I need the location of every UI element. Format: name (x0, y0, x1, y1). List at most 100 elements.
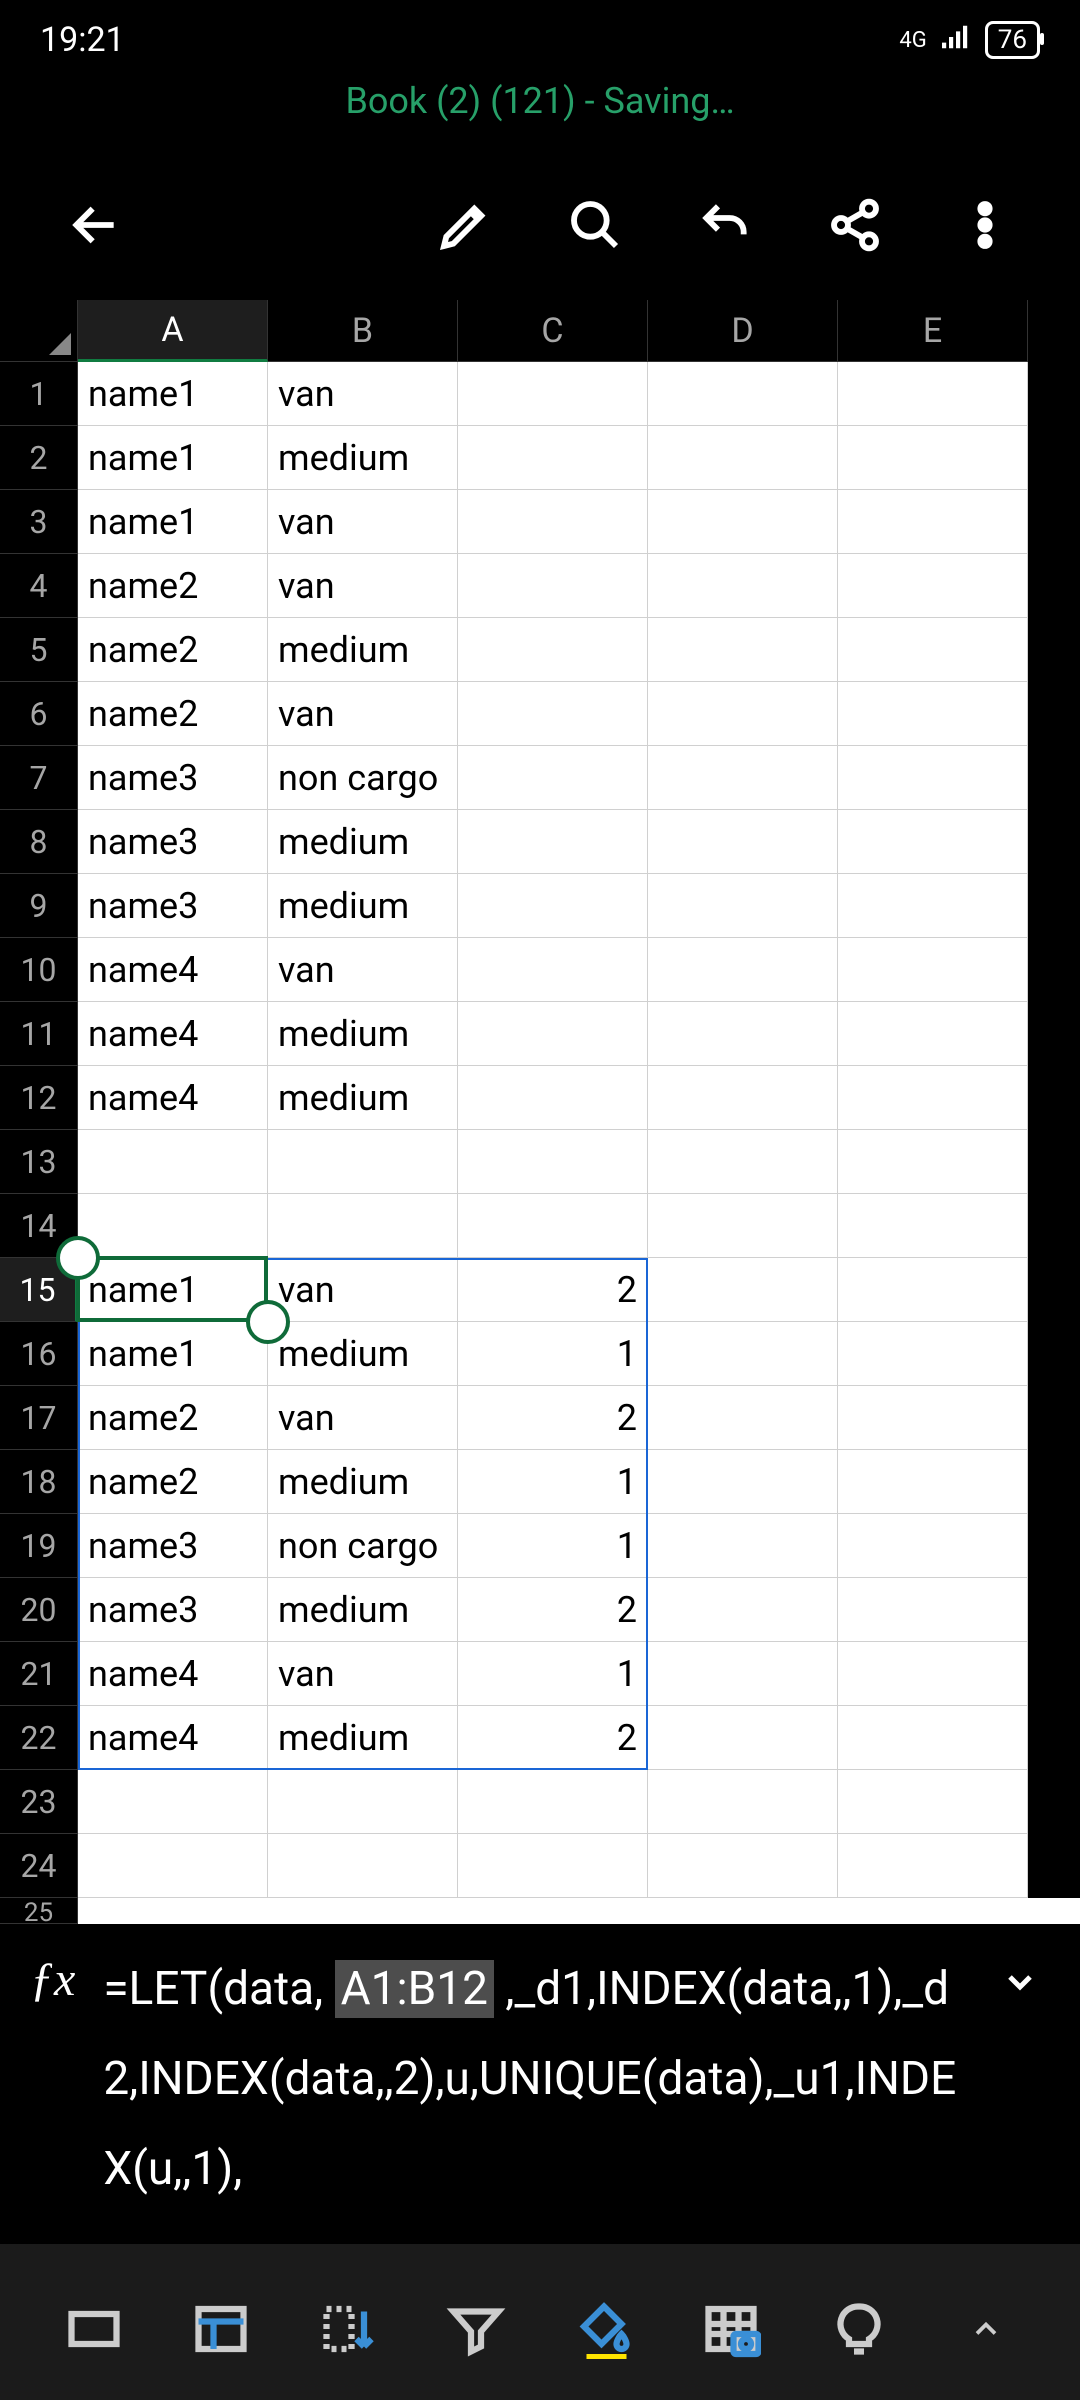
back-button[interactable] (40, 170, 150, 280)
row-header[interactable]: 3 (0, 490, 78, 554)
cell[interactable]: 1 (458, 1322, 648, 1386)
cell[interactable] (838, 1834, 1028, 1898)
cell[interactable]: van (268, 682, 458, 746)
cell[interactable] (648, 1002, 838, 1066)
cell[interactable] (648, 1258, 838, 1322)
cell[interactable]: name1 (78, 1258, 268, 1322)
cell[interactable] (838, 1194, 1028, 1258)
col-header-C[interactable]: C (458, 300, 648, 362)
cell[interactable]: name3 (78, 746, 268, 810)
cell[interactable] (648, 362, 838, 426)
cell[interactable] (648, 426, 838, 490)
cell[interactable]: medium (268, 1322, 458, 1386)
col-header-E[interactable]: E (838, 300, 1028, 362)
cell[interactable] (648, 1514, 838, 1578)
cell[interactable]: medium (268, 426, 458, 490)
cell[interactable] (458, 618, 648, 682)
cell[interactable]: name2 (78, 682, 268, 746)
row-header[interactable]: 25 (0, 1898, 78, 1924)
filter-button[interactable] (431, 2284, 521, 2374)
column-headers[interactable]: ABCDE (0, 300, 1080, 362)
cell[interactable]: medium (268, 874, 458, 938)
cell[interactable] (648, 1642, 838, 1706)
more-button[interactable] (930, 170, 1040, 280)
cell[interactable]: name4 (78, 1066, 268, 1130)
cell[interactable]: medium (268, 1706, 458, 1770)
cell[interactable] (458, 682, 648, 746)
cell[interactable]: medium (268, 810, 458, 874)
cell[interactable]: 2 (458, 1386, 648, 1450)
cell[interactable] (838, 874, 1028, 938)
row-header[interactable]: 4 (0, 554, 78, 618)
cell[interactable]: name4 (78, 1002, 268, 1066)
cell[interactable] (838, 1514, 1028, 1578)
row-header[interactable]: 21 (0, 1642, 78, 1706)
cell[interactable]: medium (268, 1066, 458, 1130)
cell[interactable] (648, 1194, 838, 1258)
cell[interactable] (458, 746, 648, 810)
sort-button[interactable] (304, 2284, 394, 2374)
cell[interactable] (648, 1450, 838, 1514)
cell[interactable] (838, 1002, 1028, 1066)
cell[interactable] (838, 682, 1028, 746)
cell[interactable] (838, 1066, 1028, 1130)
cell[interactable] (838, 554, 1028, 618)
cell[interactable]: name1 (78, 362, 268, 426)
cell[interactable] (838, 490, 1028, 554)
cell[interactable] (648, 618, 838, 682)
card-view-button[interactable] (49, 2284, 139, 2374)
cell[interactable] (838, 1706, 1028, 1770)
cell[interactable]: name2 (78, 1386, 268, 1450)
cell[interactable] (648, 1834, 838, 1898)
row-header[interactable]: 10 (0, 938, 78, 1002)
spreadsheet[interactable]: ABCDE 1name1van2name1medium3name1van4nam… (0, 300, 1080, 1898)
camera-grid-button[interactable] (686, 2284, 776, 2374)
cell[interactable] (458, 1770, 648, 1834)
cell[interactable] (458, 426, 648, 490)
share-button[interactable] (800, 170, 910, 280)
cell[interactable] (648, 1578, 838, 1642)
cell[interactable] (458, 1834, 648, 1898)
cell[interactable]: van (268, 1642, 458, 1706)
cell[interactable]: van (268, 362, 458, 426)
cell[interactable] (458, 810, 648, 874)
cell[interactable] (838, 938, 1028, 1002)
cell[interactable] (648, 938, 838, 1002)
cell[interactable] (78, 1194, 268, 1258)
draw-button[interactable] (410, 170, 520, 280)
formula-expand-button[interactable] (990, 1944, 1050, 2002)
cell[interactable] (648, 1322, 838, 1386)
grid-rows[interactable]: 1name1van2name1medium3name1van4name2van5… (0, 362, 1080, 1898)
row-header[interactable]: 16 (0, 1322, 78, 1386)
cell[interactable] (458, 1194, 648, 1258)
cell[interactable]: 1 (458, 1642, 648, 1706)
cell[interactable] (268, 1770, 458, 1834)
col-header-A[interactable]: A (78, 300, 268, 362)
cell[interactable] (268, 1194, 458, 1258)
cell[interactable]: name2 (78, 1450, 268, 1514)
row-header[interactable]: 6 (0, 682, 78, 746)
cell[interactable] (458, 490, 648, 554)
cell[interactable]: name2 (78, 554, 268, 618)
layout-button[interactable] (176, 2284, 266, 2374)
row-header[interactable]: 19 (0, 1514, 78, 1578)
row-header[interactable]: 8 (0, 810, 78, 874)
cell[interactable] (268, 1834, 458, 1898)
cell[interactable] (838, 1578, 1028, 1642)
cell[interactable] (838, 746, 1028, 810)
cell[interactable] (838, 618, 1028, 682)
row-header[interactable]: 2 (0, 426, 78, 490)
fill-color-button[interactable] (559, 2284, 649, 2374)
cell[interactable]: medium (268, 1002, 458, 1066)
cell[interactable] (838, 1258, 1028, 1322)
cell[interactable]: van (268, 1386, 458, 1450)
expand-ribbon-button[interactable] (941, 2284, 1031, 2374)
cell[interactable]: van (268, 1258, 458, 1322)
cell[interactable] (458, 1066, 648, 1130)
cell[interactable] (838, 1450, 1028, 1514)
row-header[interactable]: 11 (0, 1002, 78, 1066)
formula-bar[interactable]: ƒx =LET(data, A1:B12 ,_d1,INDEX(data,,1)… (0, 1924, 1080, 2244)
cell[interactable]: non cargo (268, 746, 458, 810)
cell[interactable] (648, 1706, 838, 1770)
cell[interactable] (838, 1386, 1028, 1450)
